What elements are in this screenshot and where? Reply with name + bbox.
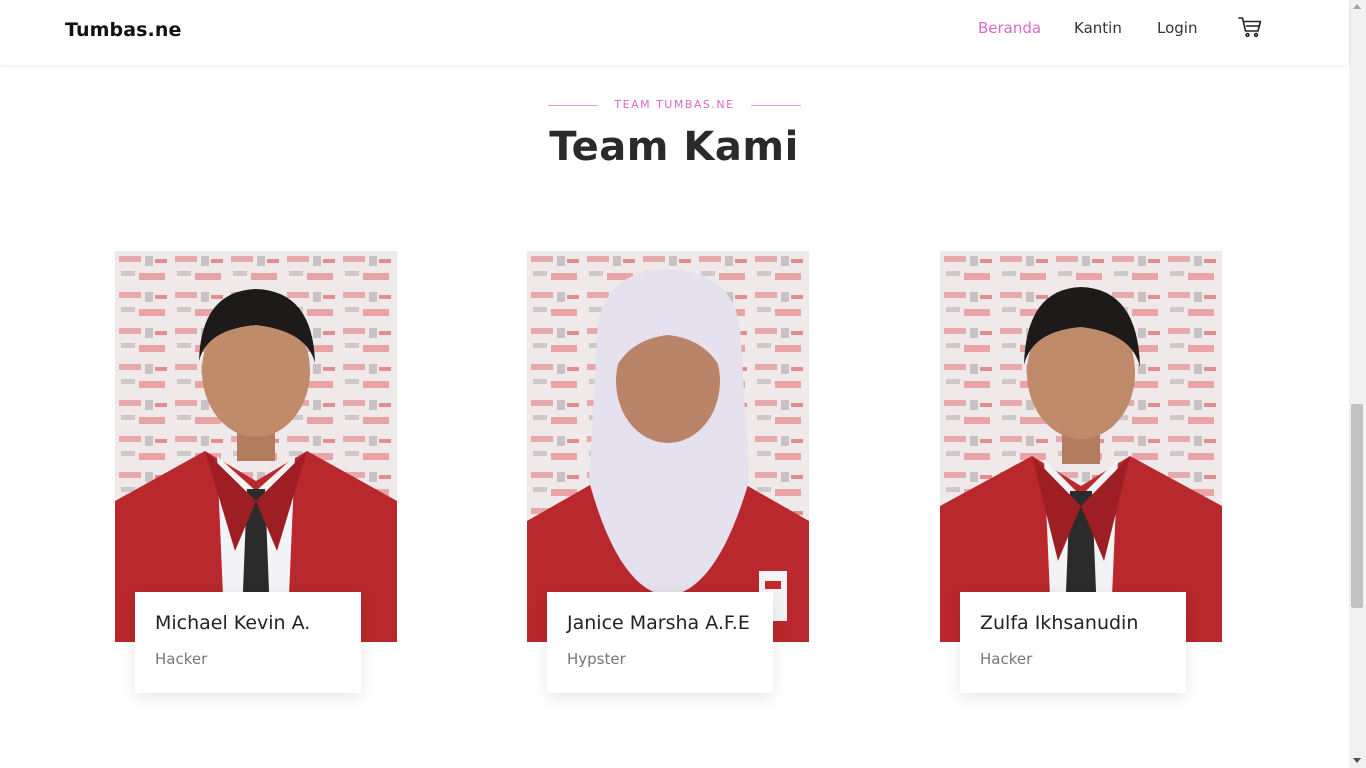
subtitle-divider-left xyxy=(548,105,598,106)
team-member-card: Michael Kevin A. Hacker xyxy=(115,251,397,701)
team-member-card: Janice Marsha A.F.E Hypster xyxy=(527,251,809,701)
nav-link-kantin[interactable]: Kantin xyxy=(1074,19,1122,37)
subtitle-text: TEAM TUMBAS.NE xyxy=(614,98,735,111)
member-name: Janice Marsha A.F.E xyxy=(567,612,750,634)
section-title: Team Kami xyxy=(549,124,799,170)
member-name: Michael Kevin A. xyxy=(155,612,311,634)
scroll-down-arrow-icon[interactable] xyxy=(1353,758,1361,763)
section-subtitle: TEAM TUMBAS.NE xyxy=(548,98,801,114)
nav-link-beranda[interactable]: Beranda xyxy=(978,19,1041,37)
member-photo xyxy=(527,251,809,642)
member-name: Zulfa Ikhsanudin xyxy=(980,612,1139,634)
scrollbar-track[interactable] xyxy=(1349,0,1366,768)
member-role: Hacker xyxy=(155,650,208,668)
member-info-card: Zulfa Ikhsanudin Hacker xyxy=(960,592,1186,693)
scroll-up-arrow-icon[interactable] xyxy=(1353,4,1361,9)
member-role: Hacker xyxy=(980,650,1033,668)
team-member-card: Zulfa Ikhsanudin Hacker xyxy=(940,251,1222,701)
page: Tumbas.ne Beranda Kantin Login TEAM TUMB… xyxy=(0,0,1366,768)
member-info-card: Michael Kevin A. Hacker xyxy=(135,592,361,693)
cart-icon[interactable] xyxy=(1238,15,1262,39)
brand-logo[interactable]: Tumbas.ne xyxy=(65,19,181,41)
subtitle-divider-right xyxy=(751,105,801,106)
scrollbar-thumb[interactable] xyxy=(1351,404,1363,608)
nav-link-login[interactable]: Login xyxy=(1157,19,1197,37)
member-info-card: Janice Marsha A.F.E Hypster xyxy=(547,592,773,693)
member-photo xyxy=(940,251,1222,642)
member-role: Hypster xyxy=(567,650,626,668)
navbar: Tumbas.ne Beranda Kantin Login xyxy=(0,0,1349,65)
member-photo xyxy=(115,251,397,642)
